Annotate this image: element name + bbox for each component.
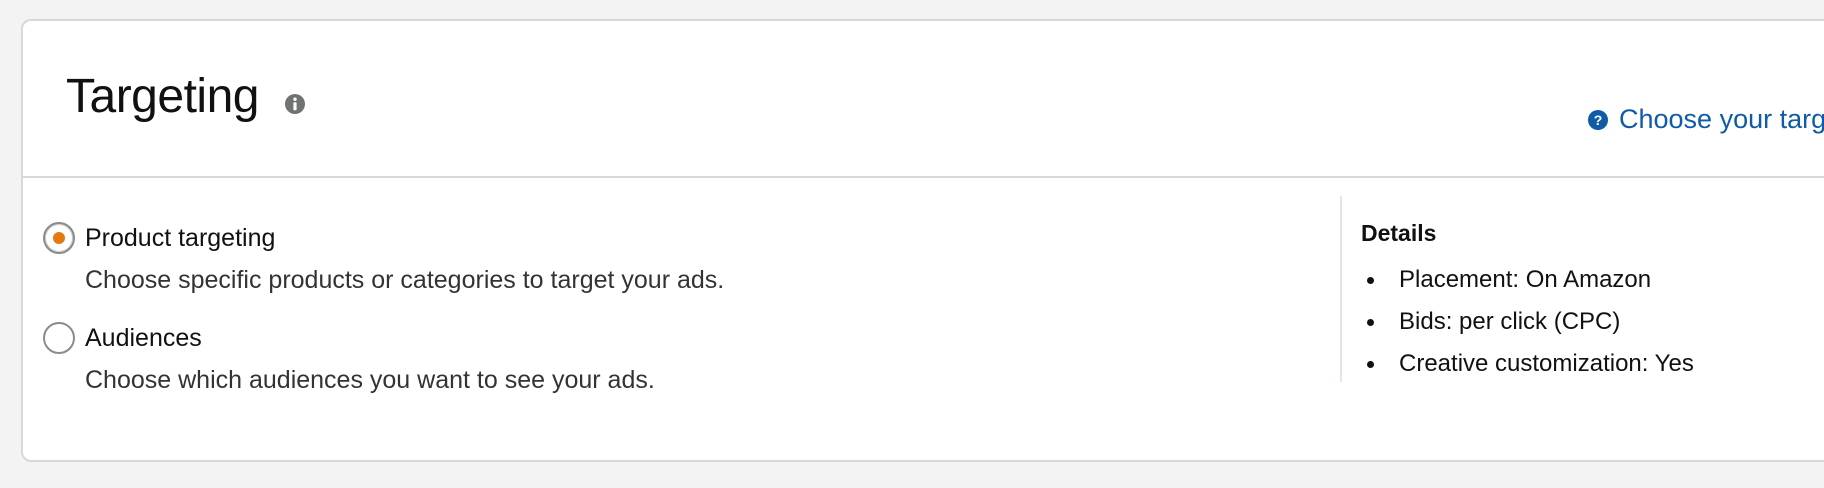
option-description: Choose which audiences you want to see y… (85, 366, 655, 394)
choose-targeting-help-link[interactable]: ? Choose your targ (1587, 104, 1824, 135)
info-icon[interactable] (284, 93, 306, 115)
svg-text:?: ? (1594, 112, 1603, 128)
card-header: Targeting ? Choose your targ (23, 21, 1824, 178)
option-description: Choose specific products or categories t… (85, 266, 725, 294)
details-item-bids: Bids: per click (CPC) (1361, 301, 1694, 343)
radio-product-targeting[interactable] (43, 222, 75, 254)
radio-audiences[interactable] (43, 322, 75, 354)
section-title: Targeting (66, 70, 259, 123)
details-item-placement: Placement: On Amazon (1361, 259, 1694, 301)
details-panel: Details Placement: On Amazon Bids: per c… (1361, 220, 1694, 385)
option-label[interactable]: Product targeting (85, 224, 275, 253)
option-label[interactable]: Audiences (85, 324, 202, 353)
details-item-creative: Creative customization: Yes (1361, 343, 1694, 385)
details-divider (1340, 196, 1342, 382)
help-link-label[interactable]: Choose your targ (1619, 104, 1824, 135)
details-list: Placement: On Amazon Bids: per click (CP… (1361, 259, 1694, 385)
question-circle-icon: ? (1588, 109, 1608, 130)
details-title: Details (1361, 220, 1437, 246)
